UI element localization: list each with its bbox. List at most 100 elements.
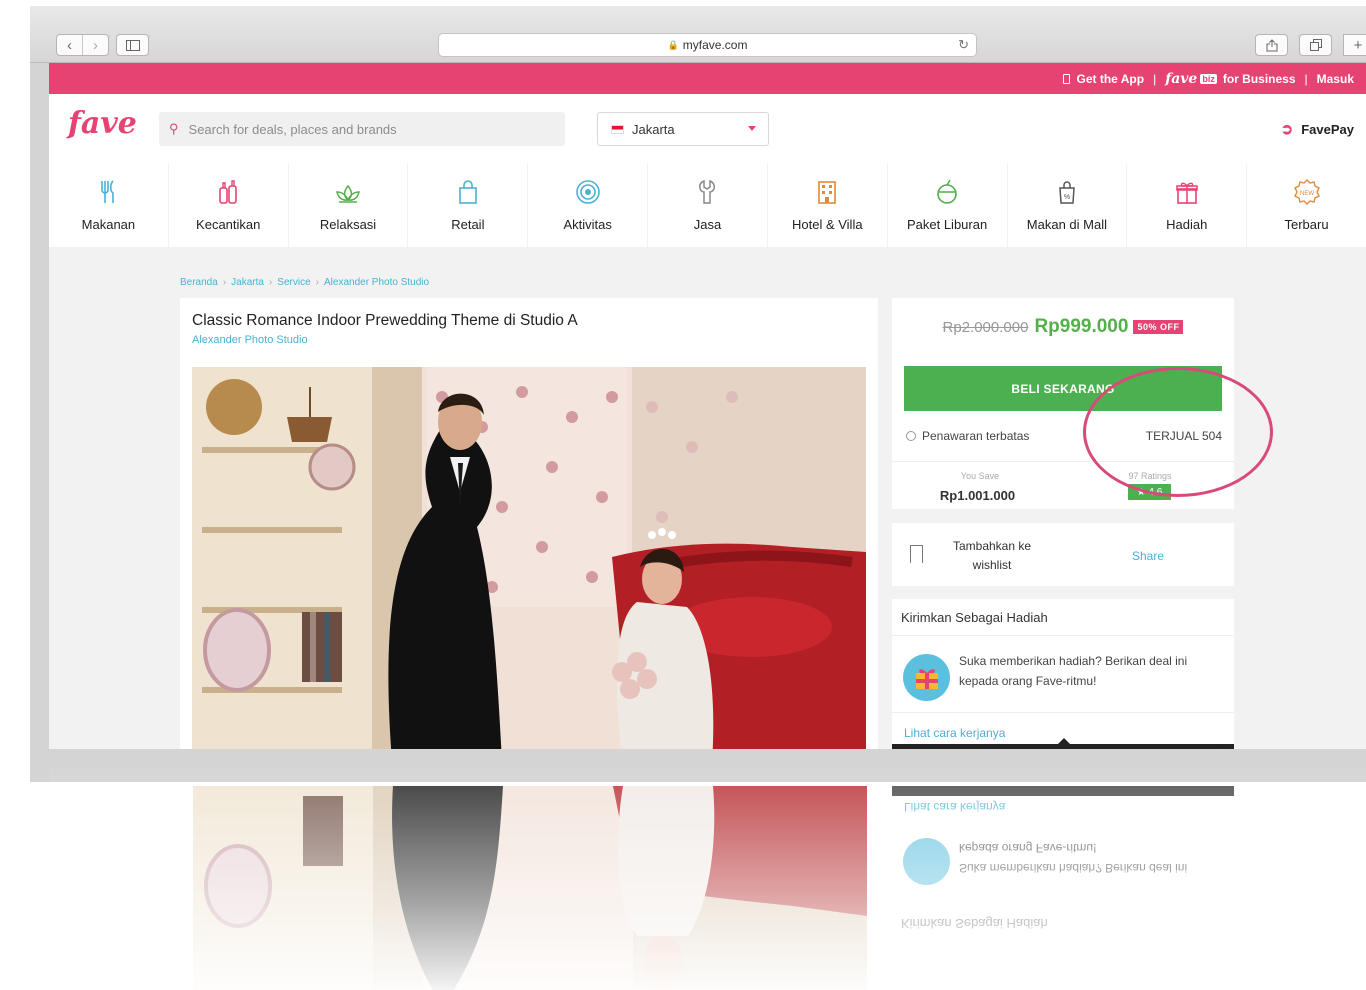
you-save-label: You Save — [960, 471, 1000, 481]
new-badge-icon: NEW — [1293, 179, 1320, 205]
sidebar-icon — [125, 39, 140, 51]
share-button[interactable]: Share — [1132, 549, 1164, 563]
screenshot-stage: ‹ › 🔒 myfave.com ↻ + Get the App | fave … — [0, 0, 1366, 990]
price-panel: Rp2.000.000 Rp999.000 50% OFF BELI SEKAR… — [892, 298, 1234, 509]
page-viewport: Get the App | fave biz for Business | Ma… — [49, 63, 1366, 749]
breadcrumb-separator: › — [315, 277, 319, 288]
get-app-link[interactable]: Get the App — [1077, 72, 1145, 86]
city-selector[interactable]: Jakarta — [597, 112, 769, 146]
limited-offer-label: Penawaran terbatas — [922, 429, 1030, 443]
indonesia-flag-icon — [611, 124, 624, 134]
wishlist-panel: Tambahkan ke wishlist Share — [892, 523, 1234, 586]
window-reflection: Lihat cara kerjanya Suka memberikan hadi… — [49, 768, 1366, 990]
category-makan-di-mall[interactable]: % Makan di Mall — [1007, 164, 1127, 247]
clock-icon — [906, 431, 916, 441]
rating-badge[interactable]: ★ 4.6 — [1128, 484, 1171, 500]
sidebar-toggle-button[interactable] — [116, 34, 149, 56]
tabs-overview-button[interactable] — [1299, 34, 1332, 56]
deal-card: Classic Romance Indoor Prewedding Theme … — [180, 298, 878, 749]
prewedding-photo-image — [192, 367, 866, 749]
breadcrumb-item[interactable]: Alexander Photo Studio — [324, 277, 429, 288]
category-label: Relaksasi — [319, 217, 377, 232]
login-link[interactable]: Masuk — [1317, 72, 1354, 86]
favepay-icon: ➲ — [1280, 121, 1294, 138]
svg-text:%: % — [1064, 194, 1070, 201]
favepay-label: FavePay — [1301, 121, 1354, 137]
back-icon[interactable]: ‹ — [57, 35, 82, 55]
lock-icon: 🔒 — [667, 39, 679, 50]
address-bar[interactable]: 🔒 myfave.com ↻ — [438, 33, 977, 57]
favebiz-badge: biz — [1200, 73, 1217, 84]
coconut-icon — [937, 179, 957, 204]
search-box: ⚲ — [159, 112, 565, 146]
category-makanan[interactable]: Makanan — [49, 164, 168, 247]
favepay-link[interactable]: ➲ FavePay — [1281, 120, 1354, 138]
category-retail[interactable]: Retail — [408, 164, 528, 247]
discount-bag-icon: % — [1059, 181, 1075, 204]
promo-topbar: Get the App | fave biz for Business | Ma… — [49, 63, 1366, 94]
merchant-link[interactable]: Alexander Photo Studio — [192, 334, 308, 346]
for-business-link[interactable]: for Business — [1223, 72, 1296, 86]
ratings-count[interactable]: 97 Ratings — [1120, 471, 1180, 481]
tabs-icon — [1309, 39, 1322, 51]
breadcrumb: Beranda › Jakarta › Service › Alexander Photo … — [180, 277, 429, 288]
category-label: Retail — [451, 217, 485, 232]
reload-icon[interactable]: ↻ — [958, 37, 969, 53]
category-label: Terbaru — [1284, 217, 1329, 232]
search-icon: ⚲ — [169, 121, 179, 136]
you-save-value: Rp1.001.000 — [939, 488, 1016, 503]
breadcrumb-item[interactable]: Beranda — [180, 277, 218, 288]
close-icon[interactable]: ✕ — [1215, 746, 1224, 749]
category-kecantikan[interactable]: Kecantikan — [168, 164, 288, 247]
lotus-icon — [336, 184, 360, 203]
gift-description: Suka memberikan hadiah? Berikan deal ini… — [959, 654, 1188, 688]
breadcrumb-separator: › — [222, 277, 227, 288]
gift-icon — [903, 654, 950, 701]
category-aktivitas[interactable]: Aktivitas — [528, 164, 648, 247]
bookmark-icon[interactable] — [910, 545, 923, 564]
gift-divider — [892, 635, 1234, 636]
gift-panel: Kirimkan Sebagai Hadiah Suka memberikan … — [892, 599, 1234, 749]
building-icon — [818, 181, 837, 204]
history-buttons: ‹ › — [56, 34, 109, 56]
category-label: Jasa — [693, 217, 722, 232]
reflection-fade — [49, 768, 1366, 990]
buy-now-button[interactable]: BELI SEKARANG — [904, 366, 1222, 411]
target-icon — [575, 180, 600, 204]
category-label: Hadiah — [1166, 217, 1208, 232]
category-hotel-villa[interactable]: Hotel & Villa — [767, 164, 887, 247]
category-hadiah[interactable]: Hadiah — [1127, 164, 1247, 247]
favebiz-logo: fave — [1165, 70, 1198, 87]
category-relaksasi[interactable]: Relaksasi — [288, 164, 408, 247]
category-paket-liburan[interactable]: Paket Liburan — [887, 164, 1007, 247]
price-row: Rp2.000.000 Rp999.000 50% OFF — [892, 316, 1234, 338]
category-label: Aktivitas — [563, 217, 612, 232]
search-input[interactable] — [188, 121, 529, 137]
how-it-works-link[interactable]: Lihat cara kerjanya — [904, 726, 1005, 740]
city-label: Jakarta — [632, 121, 675, 137]
topbar-separator: | — [1304, 71, 1308, 86]
category-label: Makan di Mall — [1026, 217, 1107, 232]
share-browser-button[interactable] — [1255, 34, 1288, 56]
new-tab-button[interactable]: + — [1343, 34, 1366, 56]
browser-window: ‹ › 🔒 myfave.com ↻ + Get the App | fave … — [30, 6, 1366, 782]
plus-icon: + — [1353, 36, 1363, 54]
category-jasa[interactable]: Jasa — [648, 164, 767, 247]
shopping-bag-icon — [459, 180, 477, 204]
deal-title: Classic Romance Indoor Prewedding Theme … — [192, 312, 578, 329]
chevron-down-icon — [748, 126, 756, 131]
breadcrumb-separator: › — [268, 277, 273, 288]
category-terbaru[interactable]: NEW Terbaru — [1247, 164, 1366, 247]
price-divider — [892, 461, 1234, 462]
breadcrumb-item[interactable]: Service — [277, 277, 310, 288]
forward-icon[interactable]: › — [82, 35, 108, 55]
deal-photo[interactable] — [192, 367, 866, 749]
fave-logo[interactable]: fave — [68, 106, 137, 141]
gift-divider — [892, 712, 1234, 713]
breadcrumb-item[interactable]: Jakarta — [231, 277, 264, 288]
original-price: Rp2.000.000 — [942, 318, 1029, 336]
gift-icon — [1175, 182, 1198, 204]
add-to-wishlist-button[interactable]: Tambahkan ke wishlist — [942, 537, 1042, 575]
gift-tooltip: ✕ — [892, 738, 1234, 749]
cutlery-icon — [101, 180, 115, 203]
